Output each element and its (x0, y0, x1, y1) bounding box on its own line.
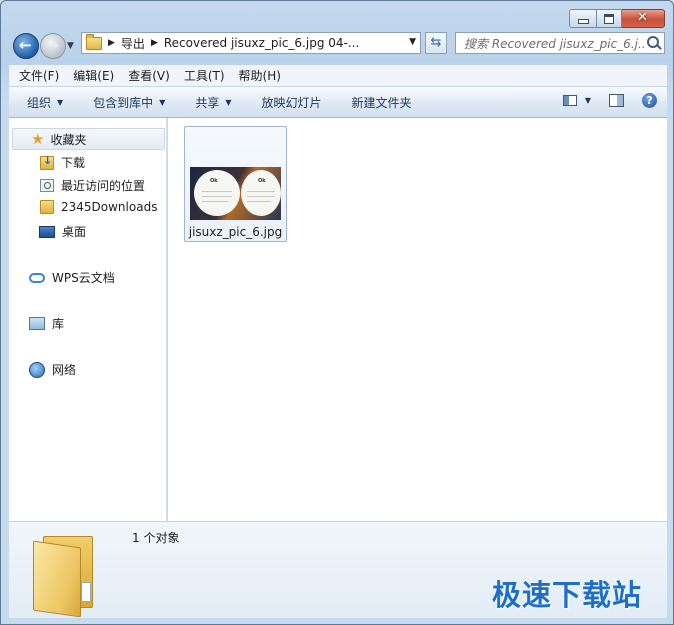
chevron-down-icon: ▼ (57, 97, 64, 107)
slideshow-label: 放映幻灯片 (261, 95, 322, 110)
nav-item-label: 下载 (61, 156, 86, 170)
recent-places-icon (40, 179, 54, 192)
file-item[interactable]: Ok Ok jisuxz_pic_6.jpg (184, 126, 287, 242)
file-list[interactable]: Ok Ok jisuxz_pic_6.jpg (168, 118, 667, 521)
thumbnail-line (202, 196, 232, 197)
search-icon[interactable] (647, 36, 659, 48)
caption-buttons: ✕ (569, 9, 665, 28)
minimize-button[interactable] (569, 9, 597, 28)
folder-large-icon (33, 532, 93, 618)
view-icon (562, 95, 577, 106)
address-bar[interactable]: ▶ 导出 ▶ Recovered jisuxz_pic_6.jpg 04-...… (81, 32, 421, 54)
include-in-library-button[interactable]: 包含到库中 ▼ (93, 94, 165, 111)
maximize-button[interactable] (597, 9, 622, 28)
forward-button[interactable]: → (40, 33, 66, 59)
nav-item-desktop[interactable]: 桌面 (39, 223, 86, 240)
nav-favorites-label: 收藏夹 (50, 132, 87, 147)
star-icon: ★ (31, 129, 45, 148)
library-icon (29, 317, 45, 330)
folder-front (33, 540, 81, 618)
new-folder-label: 新建文件夹 (351, 95, 412, 110)
file-name: jisuxz_pic_6.jpg (188, 225, 283, 239)
chevron-down-icon: ▼ (584, 96, 591, 105)
downloads-folder-icon (40, 154, 54, 170)
navigation-pane: ★ 收藏夹 下载 最近访问的位置 2345Downloads 桌面 WPS云文档… (9, 118, 167, 521)
organize-label: 组织 (27, 95, 52, 110)
cloud-icon (29, 272, 45, 283)
image-thumbnail: Ok Ok (190, 167, 281, 220)
menu-file[interactable]: 文件(F) (19, 67, 59, 84)
chevron-down-icon: ▼ (225, 97, 232, 107)
breadcrumb-item[interactable]: 导出 (121, 35, 145, 52)
nav-item-wps-cloud[interactable]: WPS云文档 (29, 269, 115, 286)
nav-item-recent[interactable]: 最近访问的位置 (40, 177, 145, 194)
nav-item-label: 桌面 (62, 225, 87, 239)
folder-icon (86, 33, 102, 50)
thumbnail-line (247, 201, 271, 202)
thumbnail-mark: Ok (210, 178, 218, 184)
nav-item-label: 网络 (52, 363, 77, 377)
chevron-down-icon: ▼ (159, 97, 166, 107)
folder-paper (81, 582, 91, 602)
nav-item-label: 最近访问的位置 (61, 179, 146, 193)
nav-item-label: 库 (52, 317, 65, 331)
nav-item-library[interactable]: 库 (29, 315, 64, 332)
change-view-button[interactable]: ▼ (562, 95, 591, 106)
share-label: 共享 (195, 95, 220, 110)
slideshow-button[interactable]: 放映幻灯片 (262, 94, 322, 111)
breadcrumb-item[interactable]: Recovered jisuxz_pic_6.jpg 04-... (164, 36, 359, 50)
explorer-window: ✕ ← → ▼ ▶ 导出 ▶ Recovered jisuxz_pic_6.jp… (0, 0, 674, 625)
menu-bar: 文件(F) 编辑(E) 查看(V) 工具(T) 帮助(H) (9, 65, 667, 86)
nav-favorites[interactable]: ★ 收藏夹 (12, 128, 165, 150)
command-bar: 组织 ▼ 包含到库中 ▼ 共享 ▼ 放映幻灯片 新建文件夹 ▼ ? (9, 87, 667, 118)
watermark-logo: 极速下载站 (492, 578, 643, 612)
close-icon: ✕ (637, 10, 648, 25)
organize-button[interactable]: 组织 ▼ (27, 94, 63, 111)
nav-item-2345downloads[interactable]: 2345Downloads (40, 200, 157, 214)
menu-edit[interactable]: 编辑(E) (73, 67, 114, 84)
search-input[interactable] (462, 34, 646, 54)
thumbnail-line (247, 191, 275, 192)
menu-view[interactable]: 查看(V) (128, 67, 170, 84)
thumbnail-circle (241, 170, 281, 216)
refresh-button[interactable]: ⇆ (425, 32, 447, 54)
folder-icon (40, 200, 54, 214)
search-box[interactable] (455, 32, 665, 54)
share-button[interactable]: 共享 ▼ (195, 94, 231, 111)
back-arrow-icon: ← (19, 36, 32, 54)
help-icon[interactable]: ? (642, 93, 657, 108)
nav-item-downloads[interactable]: 下载 (40, 154, 85, 171)
item-count: 1 个对象 (132, 531, 180, 545)
desktop-icon (39, 225, 55, 238)
thumbnail-line (247, 196, 275, 197)
network-icon (29, 361, 45, 378)
forward-arrow-icon: → (46, 36, 59, 54)
address-dropdown-icon[interactable]: ▼ (409, 37, 416, 47)
new-folder-button[interactable]: 新建文件夹 (352, 94, 412, 111)
include-library-label: 包含到库中 (93, 95, 154, 110)
breadcrumb-separator-icon[interactable]: ▶ (151, 38, 158, 48)
close-button[interactable]: ✕ (622, 9, 665, 28)
back-button[interactable]: ← (13, 33, 39, 59)
menu-tools[interactable]: 工具(T) (184, 67, 225, 84)
thumbnail-circle (194, 170, 240, 216)
nav-item-label: 2345Downloads (61, 200, 158, 214)
thumbnail-line (202, 201, 228, 202)
nav-item-network[interactable]: 网络 (29, 361, 76, 378)
recent-pages-dropdown[interactable]: ▼ (67, 41, 74, 51)
thumbnail-line (202, 191, 232, 192)
refresh-icon: ⇆ (430, 35, 442, 50)
preview-pane-icon[interactable] (609, 94, 624, 107)
nav-item-label: WPS云文档 (52, 271, 115, 285)
thumbnail-mark: Ok (258, 178, 266, 184)
breadcrumb-separator-icon[interactable]: ▶ (108, 38, 115, 48)
menu-help[interactable]: 帮助(H) (239, 67, 281, 84)
